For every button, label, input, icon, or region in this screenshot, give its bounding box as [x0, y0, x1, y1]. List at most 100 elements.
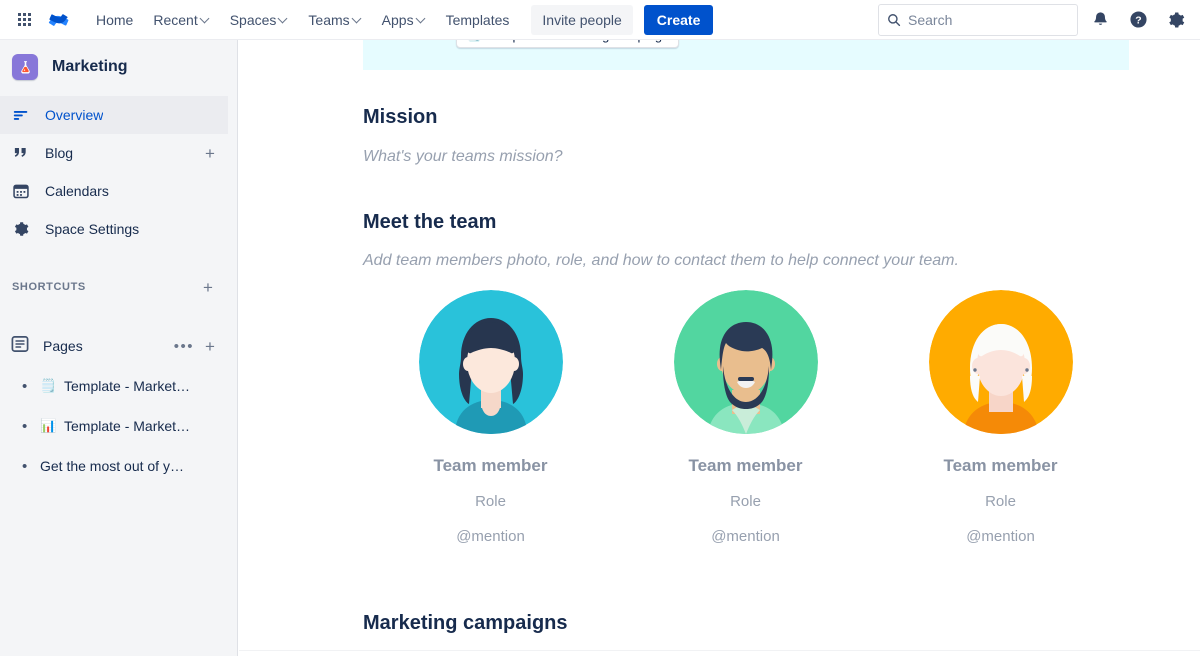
global-navigation-bar: Home Recent Spaces Teams Apps Templates: [0, 0, 1200, 40]
team-member-card: Team member Role @mention: [363, 290, 618, 545]
sidebar-item-pages[interactable]: Pages ••• +: [0, 326, 228, 366]
section-heading-meet-the-team: Meet the team: [363, 211, 497, 233]
sidebar-item-blog-label: Blog: [45, 145, 74, 161]
team-member-role: Role: [475, 493, 506, 510]
overview-lines-icon: [10, 104, 32, 126]
add-blog-post-button[interactable]: +: [200, 143, 220, 163]
search-placeholder: Search: [908, 11, 953, 28]
sidebar-item-blog[interactable]: Blog +: [0, 134, 228, 172]
nav-right-group: Search ?: [878, 3, 1200, 36]
pages-actions: ••• +: [174, 336, 220, 356]
sidebar-item-calendars[interactable]: Calendars: [0, 172, 228, 210]
page-content-area: 🗒️ Template - Marketing campaign Mission…: [239, 40, 1200, 656]
nav-item-apps-label: Apps: [381, 11, 414, 28]
space-header[interactable]: Marketing: [0, 40, 237, 92]
nav-item-recent[interactable]: Recent: [143, 6, 219, 34]
avatar-illustration-female-dark-hair: [418, 290, 563, 434]
template-chip-label: Template - Marketing campaign: [488, 40, 669, 43]
team-member-mention[interactable]: @mention: [966, 528, 1035, 545]
quote-icon: [10, 142, 32, 164]
nav-item-templates[interactable]: Templates: [436, 6, 520, 34]
nav-item-apps[interactable]: Apps: [372, 6, 436, 34]
page-title: Template - Market…: [64, 378, 191, 394]
help-button[interactable]: ?: [1122, 4, 1154, 36]
shortcuts-title: SHORTCUTS: [12, 281, 86, 293]
avatar[interactable]: [673, 290, 818, 434]
create-button[interactable]: Create: [643, 4, 714, 35]
team-member-role: Role: [730, 493, 761, 510]
sidebar-item-overview[interactable]: Overview: [0, 96, 228, 134]
flask-icon: [20, 60, 30, 73]
search-icon: [888, 13, 901, 26]
bullet-icon: •: [22, 377, 28, 395]
team-member-name: Team member: [688, 456, 803, 475]
sidebar-item-calendars-label: Calendars: [45, 183, 109, 199]
avatar-illustration-female-light-hair: [928, 290, 1073, 434]
page-emoji-icon: 🗒️: [40, 378, 57, 393]
search-input[interactable]: Search: [878, 3, 1078, 36]
team-member-grid: Team member Role @mention Team member Ro…: [363, 290, 1129, 545]
nav-item-templates-label: Templates: [445, 11, 510, 28]
chevron-down-icon: [353, 14, 362, 23]
pages-icon: [10, 334, 30, 359]
team-member-card: Team member Role @mention: [873, 290, 1128, 545]
page-title: Get the most out of y…: [40, 458, 184, 474]
add-shortcut-button[interactable]: +: [198, 277, 218, 297]
page-title: Template - Market…: [64, 418, 191, 434]
team-placeholder-text[interactable]: Add team members photo, role, and how to…: [363, 252, 959, 270]
avatar[interactable]: [928, 290, 1073, 434]
notifications-button[interactable]: [1084, 4, 1116, 36]
gear-icon: [1169, 12, 1185, 28]
nav-item-teams[interactable]: Teams: [298, 6, 371, 34]
sidebar-item-space-settings[interactable]: Space Settings: [0, 210, 228, 248]
space-avatar: [12, 54, 38, 80]
sidebar-item-overview-label: Overview: [45, 107, 104, 123]
team-member-mention[interactable]: @mention: [711, 528, 780, 545]
nav-item-home[interactable]: Home: [86, 6, 143, 34]
svg-text:?: ?: [1135, 14, 1141, 26]
chevron-down-icon: [201, 14, 210, 23]
template-banner: 🗒️ Template - Marketing campaign: [363, 40, 1129, 70]
help-circle-icon: ?: [1129, 11, 1147, 28]
team-member-mention[interactable]: @mention: [456, 528, 525, 545]
shortcuts-section-header: SHORTCUTS +: [0, 270, 228, 304]
avatar-illustration-male-beard: [673, 290, 818, 434]
bullet-icon: •: [22, 457, 28, 475]
confluence-home-link[interactable]: [42, 4, 76, 36]
chevron-down-icon: [279, 14, 288, 23]
page-emoji-icon: 📊: [40, 418, 57, 433]
space-sidebar: Marketing Overview Blog + Calendars Spac…: [0, 40, 238, 656]
settings-button[interactable]: [1160, 4, 1192, 36]
space-nav-list: Overview Blog + Calendars Space Settings: [0, 96, 237, 248]
list-item[interactable]: • 📊 Template - Market…: [0, 406, 228, 446]
gear-icon: [10, 218, 32, 240]
invite-people-button[interactable]: Invite people: [531, 4, 633, 35]
space-name: Marketing: [52, 58, 128, 75]
app-switcher-button[interactable]: [8, 4, 40, 36]
nav-item-spaces-label: Spaces: [229, 11, 277, 28]
nav-left-group: Home Recent Spaces Teams Apps Templates: [0, 4, 714, 36]
team-member-role: Role: [985, 493, 1016, 510]
chip-emoji-icon: 🗒️: [466, 40, 482, 42]
sidebar-item-space-settings-label: Space Settings: [45, 221, 140, 237]
section-heading-mission: Mission: [363, 106, 438, 128]
list-item[interactable]: • 🗒️ Template - Market…: [0, 366, 228, 406]
add-page-button[interactable]: +: [200, 336, 220, 356]
calendar-icon: [10, 180, 32, 202]
more-dots-icon[interactable]: •••: [174, 339, 194, 354]
confluence-logo-icon: [48, 13, 69, 26]
nav-item-spaces[interactable]: Spaces: [220, 6, 299, 34]
template-chip[interactable]: 🗒️ Template - Marketing campaign: [456, 40, 680, 48]
chevron-down-icon: [417, 14, 426, 23]
list-item[interactable]: • Get the most out of y…: [0, 446, 228, 486]
nav-item-teams-label: Teams: [308, 11, 350, 28]
bell-icon: [1093, 12, 1107, 25]
nav-item-home-label: Home: [96, 11, 134, 28]
mission-placeholder-text[interactable]: What's your teams mission?: [363, 148, 563, 166]
grid-apps-icon: [17, 13, 31, 26]
team-member-name: Team member: [943, 456, 1058, 475]
primary-nav-items: Home Recent Spaces Teams Apps Templates: [86, 6, 519, 34]
team-member-card: Team member Role @mention: [618, 290, 873, 545]
bullet-icon: •: [22, 417, 28, 435]
avatar[interactable]: [418, 290, 563, 434]
